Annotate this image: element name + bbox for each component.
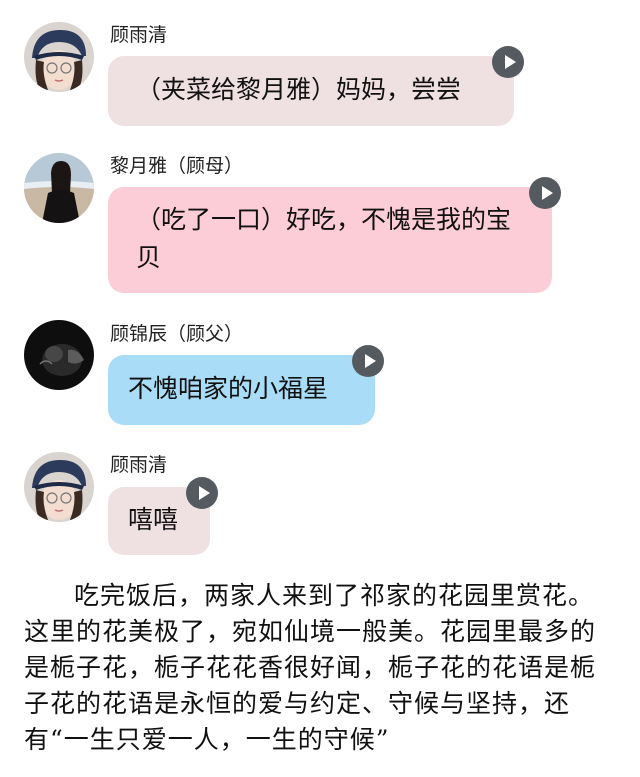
speaker-name: 顾雨清	[110, 24, 168, 46]
play-voice-icon[interactable]	[529, 177, 561, 209]
message-bubble[interactable]: 不愧咱家的小福星	[108, 355, 375, 425]
play-voice-icon[interactable]	[492, 46, 524, 78]
message-text: （吃了一口）好吃，不愧是我的宝贝	[136, 205, 512, 272]
avatar[interactable]	[24, 320, 94, 390]
avatar[interactable]	[24, 153, 94, 223]
story-narration: 吃完饭后，两家人来到了祁家的花园里赏花。这里的花美极了，宛如仙境一般美。花园里最…	[24, 581, 597, 754]
avatar[interactable]	[24, 22, 94, 92]
play-voice-icon[interactable]	[186, 477, 218, 509]
message-bubble[interactable]: （吃了一口）好吃，不愧是我的宝贝	[108, 187, 552, 293]
avatar[interactable]	[24, 452, 94, 522]
message-bubble[interactable]: （夹菜给黎月雅）妈妈，尝尝	[108, 56, 514, 126]
message-text: 嘻嘻	[128, 505, 179, 534]
speaker-name: 黎月雅（顾母）	[110, 155, 244, 177]
message-text: 不愧咱家的小福星	[128, 374, 329, 403]
play-voice-icon[interactable]	[352, 345, 384, 377]
speaker-name: 顾雨清	[110, 454, 168, 476]
message-text: （夹菜给黎月雅）妈妈，尝尝	[136, 75, 462, 104]
speaker-name: 顾锦辰（顾父）	[110, 323, 244, 345]
